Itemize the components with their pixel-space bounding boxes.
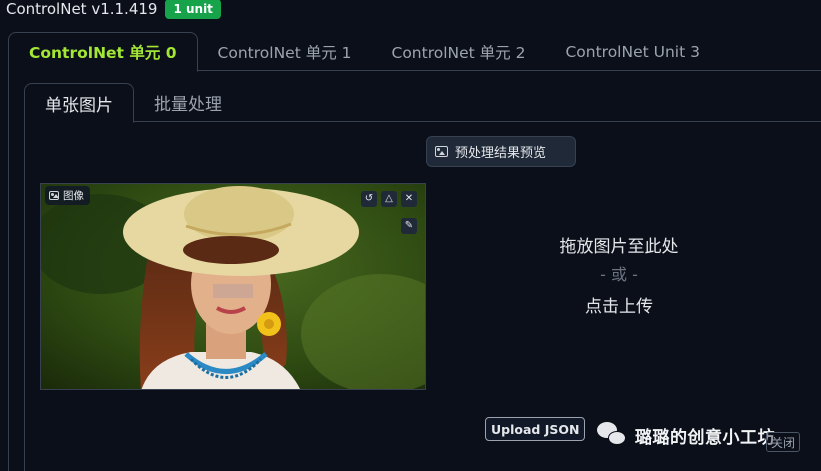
portrait-photo	[41, 184, 425, 389]
tab-batch[interactable]: 批量处理	[134, 83, 242, 122]
controlnet-panel: ControlNet v1.1.419 1 unit ControlNet 单元…	[0, 0, 821, 471]
eraser-icon[interactable]: △	[381, 191, 397, 207]
input-mode-tabs: 单张图片 批量处理	[24, 83, 821, 123]
upload-json-button[interactable]: Upload JSON	[485, 417, 586, 441]
pen-icon[interactable]: ✎	[401, 218, 417, 234]
app-title[interactable]: ControlNet v1.1.419	[0, 0, 157, 18]
image-icon	[435, 146, 448, 157]
watermark-text: 璐璐的创意小工坊	[635, 427, 775, 448]
image-label: 图像	[63, 190, 84, 202]
tab-unit-1[interactable]: ControlNet 单元 1	[198, 32, 372, 71]
tab-unit-0[interactable]: ControlNet 单元 0	[8, 32, 198, 72]
image-icon	[49, 191, 59, 200]
drop-hint: 拖放图片至此处	[559, 237, 679, 257]
preprocessor-preview-label: 预处理结果预览	[455, 146, 547, 161]
header: ControlNet v1.1.419 1 unit	[0, 0, 221, 22]
tab-unit-2[interactable]: ControlNet 单元 2	[372, 32, 546, 71]
wechat-icon	[597, 422, 627, 448]
watermark: 璐璐的创意小工坊	[597, 422, 775, 448]
image-toolbar: ↺ △ ✕	[361, 191, 417, 207]
preprocessor-preview-button[interactable]: 预处理结果预览	[426, 136, 576, 167]
image-label-tag: 图像	[45, 186, 90, 205]
click-upload[interactable]: 点击上传	[426, 292, 812, 318]
drop-or: - 或 -	[600, 265, 638, 284]
input-mode-panel	[24, 121, 34, 471]
preview-drop-zone[interactable]: 拖放图片至此处 - 或 - 点击上传	[426, 232, 812, 318]
close-button[interactable]: 关闭	[766, 432, 800, 452]
unit-count-badge: 1 unit	[165, 0, 221, 19]
tab-single-image[interactable]: 单张图片	[24, 83, 134, 123]
close-icon[interactable]: ✕	[401, 191, 417, 207]
image-input[interactable]: 图像 ↺ △ ✕ ✎	[40, 183, 426, 390]
undo-icon[interactable]: ↺	[361, 191, 377, 207]
unit-tabs: ControlNet 单元 0 ControlNet 单元 1 ControlN…	[8, 32, 821, 72]
tab-unit-3[interactable]: ControlNet Unit 3	[545, 32, 720, 71]
